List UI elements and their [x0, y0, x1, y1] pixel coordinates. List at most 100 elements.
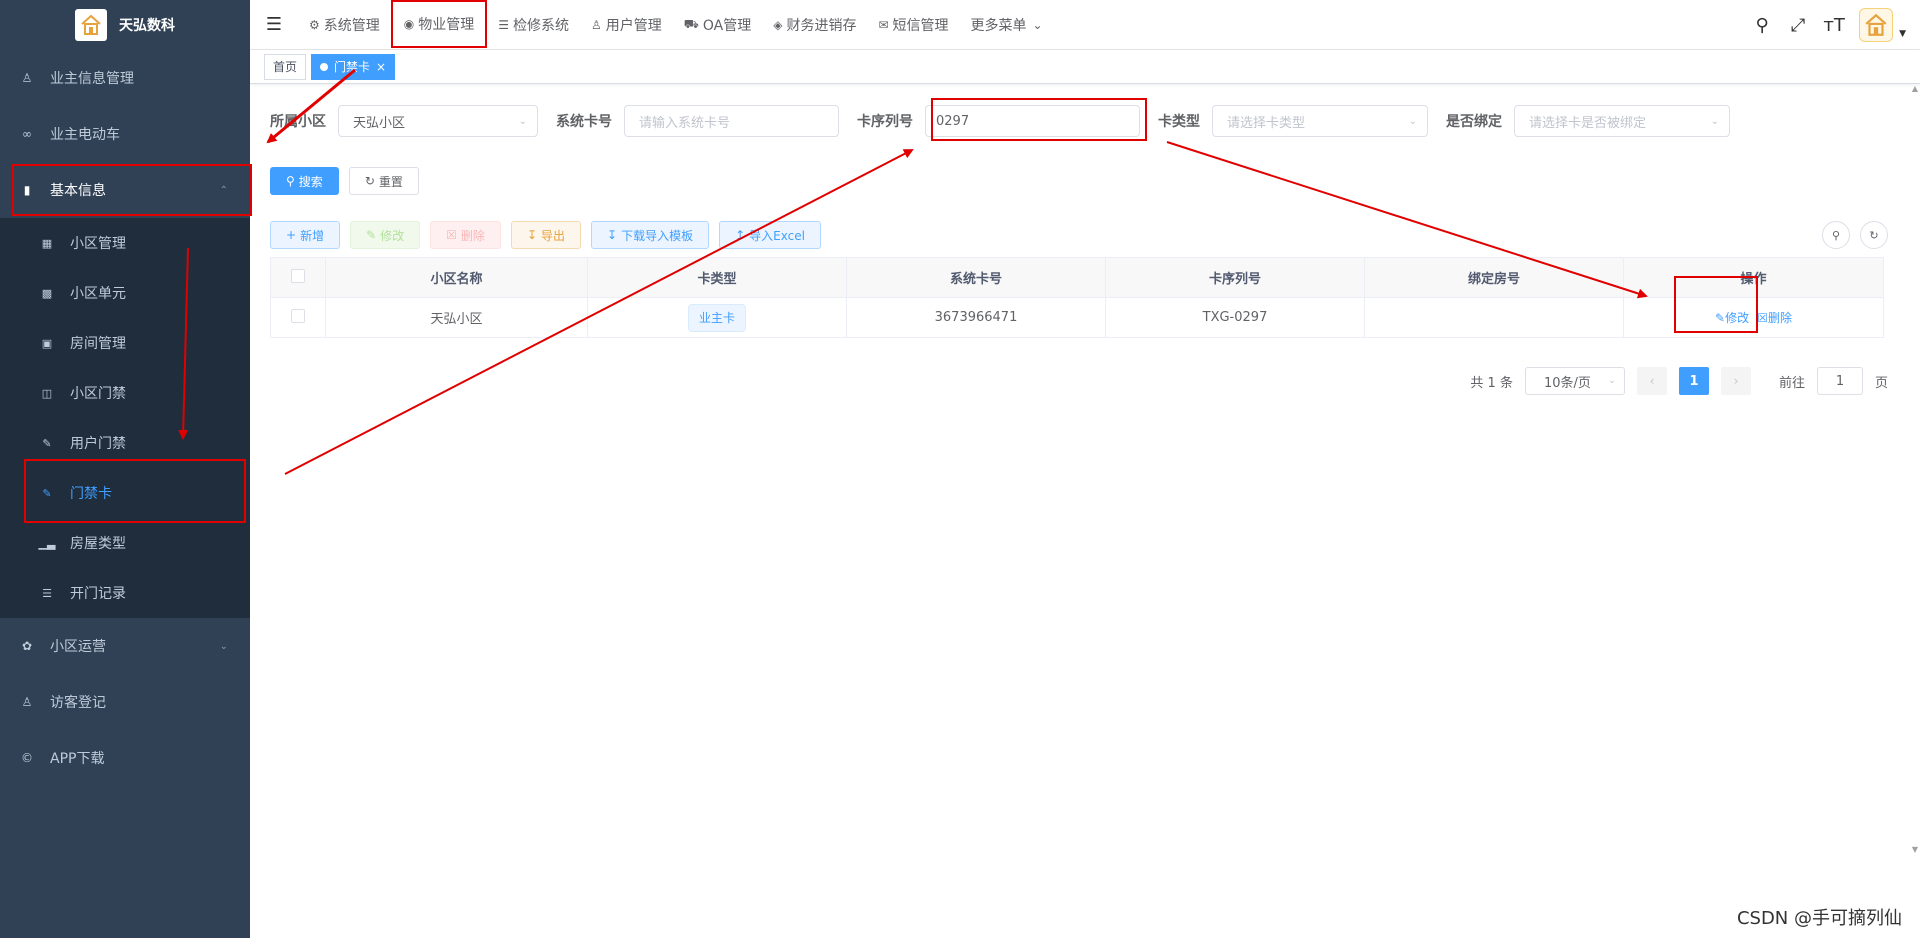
- unit-icon: ▩: [41, 286, 53, 300]
- topnav-oa-mgmt[interactable]: ⛟ OA管理: [673, 0, 762, 50]
- sys-card-input[interactable]: 请输入系统卡号: [624, 105, 839, 137]
- search-toggle-icon[interactable]: ⚲: [1822, 221, 1850, 249]
- prev-page-button[interactable]: ‹: [1636, 367, 1667, 395]
- serial-input[interactable]: 0297: [925, 105, 1140, 137]
- col-room: 绑定房号: [1364, 257, 1624, 298]
- film-icon: ▣: [41, 336, 53, 350]
- scrollbar[interactable]: ▲ ▼: [1908, 84, 1920, 854]
- delete-button[interactable]: ☒ 删除: [430, 221, 501, 249]
- import-excel-button[interactable]: ↥ 导入Excel: [719, 221, 821, 249]
- topnav-system-mgmt[interactable]: ⚙ 系统管理: [298, 0, 391, 50]
- page-number-current[interactable]: 1: [1678, 367, 1709, 395]
- goto-page-input[interactable]: 1: [1816, 367, 1863, 395]
- trash-icon: ☒: [446, 228, 457, 242]
- page-size-value: 10条/页: [1543, 375, 1591, 391]
- right-toolbar: ⚲ ↻: [1822, 221, 1888, 249]
- bar-chart-icon: ▁▃: [38, 536, 56, 550]
- close-icon[interactable]: ×: [376, 55, 386, 79]
- cell-room: [1364, 297, 1624, 338]
- add-button[interactable]: + 新增: [270, 221, 341, 249]
- row-delete-button[interactable]: ☒删除: [1757, 311, 1792, 325]
- topnav-property-mgmt[interactable]: ◉ 物业管理: [390, 0, 488, 48]
- logo-icon: [75, 9, 107, 41]
- sidebar-item-community-ops[interactable]: ✿ 小区运营 ⌄: [0, 618, 250, 674]
- row-edit-label: 修改: [1725, 311, 1750, 325]
- topnav-maintenance[interactable]: ☰ 检修系统: [487, 0, 580, 50]
- sidebar-item-user-access[interactable]: ✎ 用户门禁: [0, 418, 250, 468]
- download-template-label: 下载导入模板: [621, 228, 694, 243]
- sidebar-item-access-card[interactable]: ✎ 门禁卡: [0, 468, 250, 518]
- row-edit-button[interactable]: ✎修改: [1715, 311, 1749, 325]
- chevron-down-icon: ⌄: [1408, 115, 1417, 127]
- search-icon[interactable]: ⚲: [1751, 15, 1773, 36]
- bound-select[interactable]: 请选择卡是否被绑定 ⌄: [1514, 105, 1730, 137]
- sidebar-item-app-download[interactable]: © APP下载: [0, 730, 250, 786]
- sidebar-item-owner-info[interactable]: ♙ 业主信息管理: [0, 50, 250, 106]
- sidebar-item-label: 门禁卡: [70, 486, 112, 502]
- ops-icon: ✿: [21, 639, 33, 653]
- table-row: 天弘小区 业主卡 3673966471 TXG-0297 ✎修改 ☒删除: [270, 297, 1884, 338]
- scroll-down-icon[interactable]: ▼: [1912, 845, 1918, 854]
- edit-icon: ✎: [42, 436, 52, 450]
- sidebar-item-community-mgmt[interactable]: ▦ 小区管理: [0, 218, 250, 268]
- top-nav: ⚙ 系统管理 ◉ 物业管理 ☰ 检修系统 ♙ 用户管理 ⛟ OA管理 ◈ 财务进销存 ✉ 短信…: [298, 0, 1058, 50]
- font-size-icon[interactable]: ᴛT: [1823, 15, 1845, 36]
- sidebar-item-room-mgmt[interactable]: ▣ 房间管理: [0, 318, 250, 368]
- search-button[interactable]: ⚲ 搜索: [270, 167, 339, 195]
- sidebar-item-community-access[interactable]: ◫ 小区门禁: [0, 368, 250, 418]
- community-select[interactable]: 天弘小区 ⌄: [338, 105, 538, 137]
- book-icon: ◫: [41, 386, 53, 400]
- org-icon: ⛟: [683, 16, 699, 31]
- bound-label: 是否绑定: [1446, 114, 1502, 130]
- topnav-label: 检修系统: [513, 17, 570, 34]
- gear-icon: ⚙: [309, 17, 320, 32]
- page-size-select[interactable]: 10条/页 ⌄: [1524, 367, 1625, 395]
- tab-home[interactable]: 首页: [264, 53, 307, 80]
- sidebar-item-owner-ebike[interactable]: ∞ 业主电动车: [0, 106, 250, 162]
- sidebar-item-open-log[interactable]: ☰ 开门记录: [0, 568, 250, 618]
- reset-button-label: 重置: [378, 174, 403, 189]
- reset-button[interactable]: ↻ 重置: [348, 167, 419, 195]
- chevron-down-icon: ⌄: [219, 640, 228, 652]
- export-button[interactable]: ↧ 导出: [510, 221, 582, 249]
- avatar[interactable]: [1859, 8, 1894, 42]
- edit-button[interactable]: ✎ 修改: [350, 221, 421, 249]
- add-label: 新增: [300, 228, 325, 243]
- person-icon: ♙: [591, 17, 602, 32]
- tab-access-card[interactable]: 门禁卡 ×: [311, 53, 396, 80]
- pagination: 共 1 条 10条/页 ⌄ ‹ 1 › 前往 1 页: [1470, 367, 1888, 395]
- card-type-select[interactable]: 请选择卡类型 ⌄: [1212, 105, 1428, 137]
- col-actions: 操作: [1623, 257, 1884, 298]
- topnav-sms[interactable]: ✉ 短信管理: [867, 0, 959, 50]
- caret-down-icon[interactable]: ▼: [1899, 29, 1906, 39]
- topnav-user-mgmt[interactable]: ♙ 用户管理: [580, 0, 673, 50]
- scroll-up-icon[interactable]: ▲: [1912, 84, 1918, 93]
- select-all-cell: [270, 257, 326, 298]
- edit-icon: ✎: [1715, 311, 1726, 325]
- table-toolbar: + 新增 ✎ 修改 ☒ 删除 ↧ 导出 ↧ 下载导入模板 ↥ 导入Excel: [270, 221, 821, 249]
- search-button-label: 搜索: [298, 174, 323, 189]
- edit-icon: ✎: [366, 228, 377, 242]
- sidebar-item-house-type[interactable]: ▁▃ 房屋类型: [0, 518, 250, 568]
- sidebar-item-visitor[interactable]: ♙ 访客登记: [0, 674, 250, 730]
- topbar: ☰ ⚙ 系统管理 ◉ 物业管理 ☰ 检修系统 ♙ 用户管理 ⛟ OA管理 ◈ 财务进销存 ✉…: [250, 0, 1920, 50]
- chevron-up-icon: ⌃: [219, 184, 228, 196]
- download-template-button[interactable]: ↧ 下载导入模板: [591, 221, 710, 249]
- bike-icon: ∞: [22, 127, 32, 141]
- topnav-finance[interactable]: ◈ 财务进销存: [762, 0, 867, 50]
- export-label: 导出: [541, 228, 566, 243]
- globe-icon: ◉: [403, 16, 415, 31]
- row-select-cell: [270, 297, 326, 338]
- select-all-checkbox[interactable]: [291, 268, 305, 283]
- document-icon: ▮: [23, 183, 31, 197]
- row-checkbox[interactable]: [291, 308, 305, 323]
- sidebar-item-community-unit[interactable]: ▩ 小区单元: [0, 268, 250, 318]
- next-page-button[interactable]: ›: [1720, 367, 1751, 395]
- hamburger-icon[interactable]: ☰: [250, 0, 298, 50]
- refresh-icon[interactable]: ↻: [1860, 221, 1888, 249]
- fullscreen-icon[interactable]: ⤢: [1787, 15, 1809, 36]
- logo[interactable]: 天弘数科: [0, 0, 250, 50]
- topnav-more[interactable]: 更多菜单 ⌄: [960, 0, 1058, 50]
- sidebar-item-basic-info[interactable]: ▮ 基本信息 ⌃: [0, 162, 250, 218]
- tags-view: 首页 门禁卡 ×: [250, 50, 1920, 84]
